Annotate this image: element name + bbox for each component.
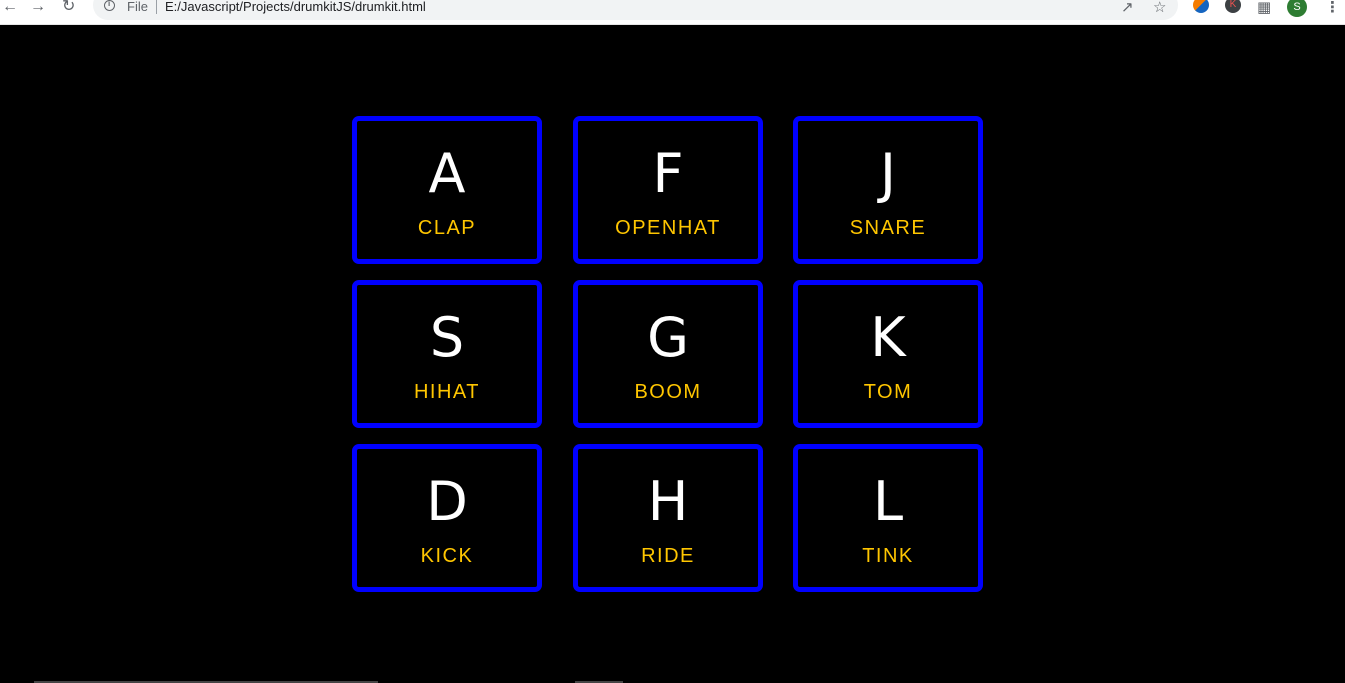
key-sound: SNARE (849, 217, 927, 239)
menu-dots-icon[interactable]: ⋮ (1325, 0, 1340, 16)
key-d[interactable]: D KICK (352, 444, 542, 592)
key-sound: CLAP (417, 217, 477, 239)
url-text[interactable]: E:/Javascript/Projects/drumkitJS/drumkit… (165, 0, 426, 14)
puzzle-icon[interactable]: ▦ (1257, 0, 1271, 16)
drum-keys: A CLAP F OPENHAT J SNARE S HIHAT G BOOM … (352, 116, 984, 592)
key-j[interactable]: J SNARE (793, 116, 983, 264)
omnibox-separator (156, 0, 157, 14)
key-letter: K (870, 306, 906, 369)
bookmark-star-icon[interactable]: ☆ (1153, 0, 1166, 16)
key-letter: S (429, 306, 465, 369)
key-letter: A (428, 142, 466, 205)
key-g[interactable]: G BOOM (573, 280, 763, 428)
key-sound: TINK (862, 545, 914, 567)
share-icon[interactable]: ↗ (1121, 0, 1134, 16)
key-h[interactable]: H RIDE (573, 444, 763, 592)
back-arrow-icon[interactable]: ← (2, 0, 18, 15)
key-sound: RIDE (641, 545, 695, 567)
extension-k-icon[interactable]: K (1225, 0, 1241, 13)
key-letter: H (647, 470, 689, 533)
key-f[interactable]: F OPENHAT (573, 116, 763, 264)
key-letter: G (647, 306, 689, 369)
key-sound: OPENHAT (615, 217, 721, 239)
info-icon[interactable] (104, 0, 115, 11)
key-a[interactable]: A CLAP (352, 116, 542, 264)
key-s[interactable]: S HIHAT (352, 280, 542, 428)
key-l[interactable]: L TINK (793, 444, 983, 592)
key-k[interactable]: K TOM (793, 280, 983, 428)
browser-toolbar: ← → ↻ File E:/Javascript/Projects/drumki… (0, 0, 1345, 25)
key-letter: J (880, 142, 896, 205)
key-sound: BOOM (634, 381, 702, 403)
key-sound: KICK (420, 545, 474, 567)
file-label: File (127, 0, 148, 14)
key-sound: HIHAT (413, 381, 480, 403)
extension-icon[interactable] (1193, 0, 1209, 13)
key-sound: TOM (863, 381, 913, 403)
key-letter: F (652, 142, 684, 205)
key-letter: L (872, 470, 904, 533)
reload-icon[interactable]: ↻ (62, 0, 75, 15)
key-letter: D (426, 470, 468, 533)
profile-avatar[interactable]: S (1287, 0, 1307, 17)
forward-arrow-icon[interactable]: → (30, 0, 46, 15)
